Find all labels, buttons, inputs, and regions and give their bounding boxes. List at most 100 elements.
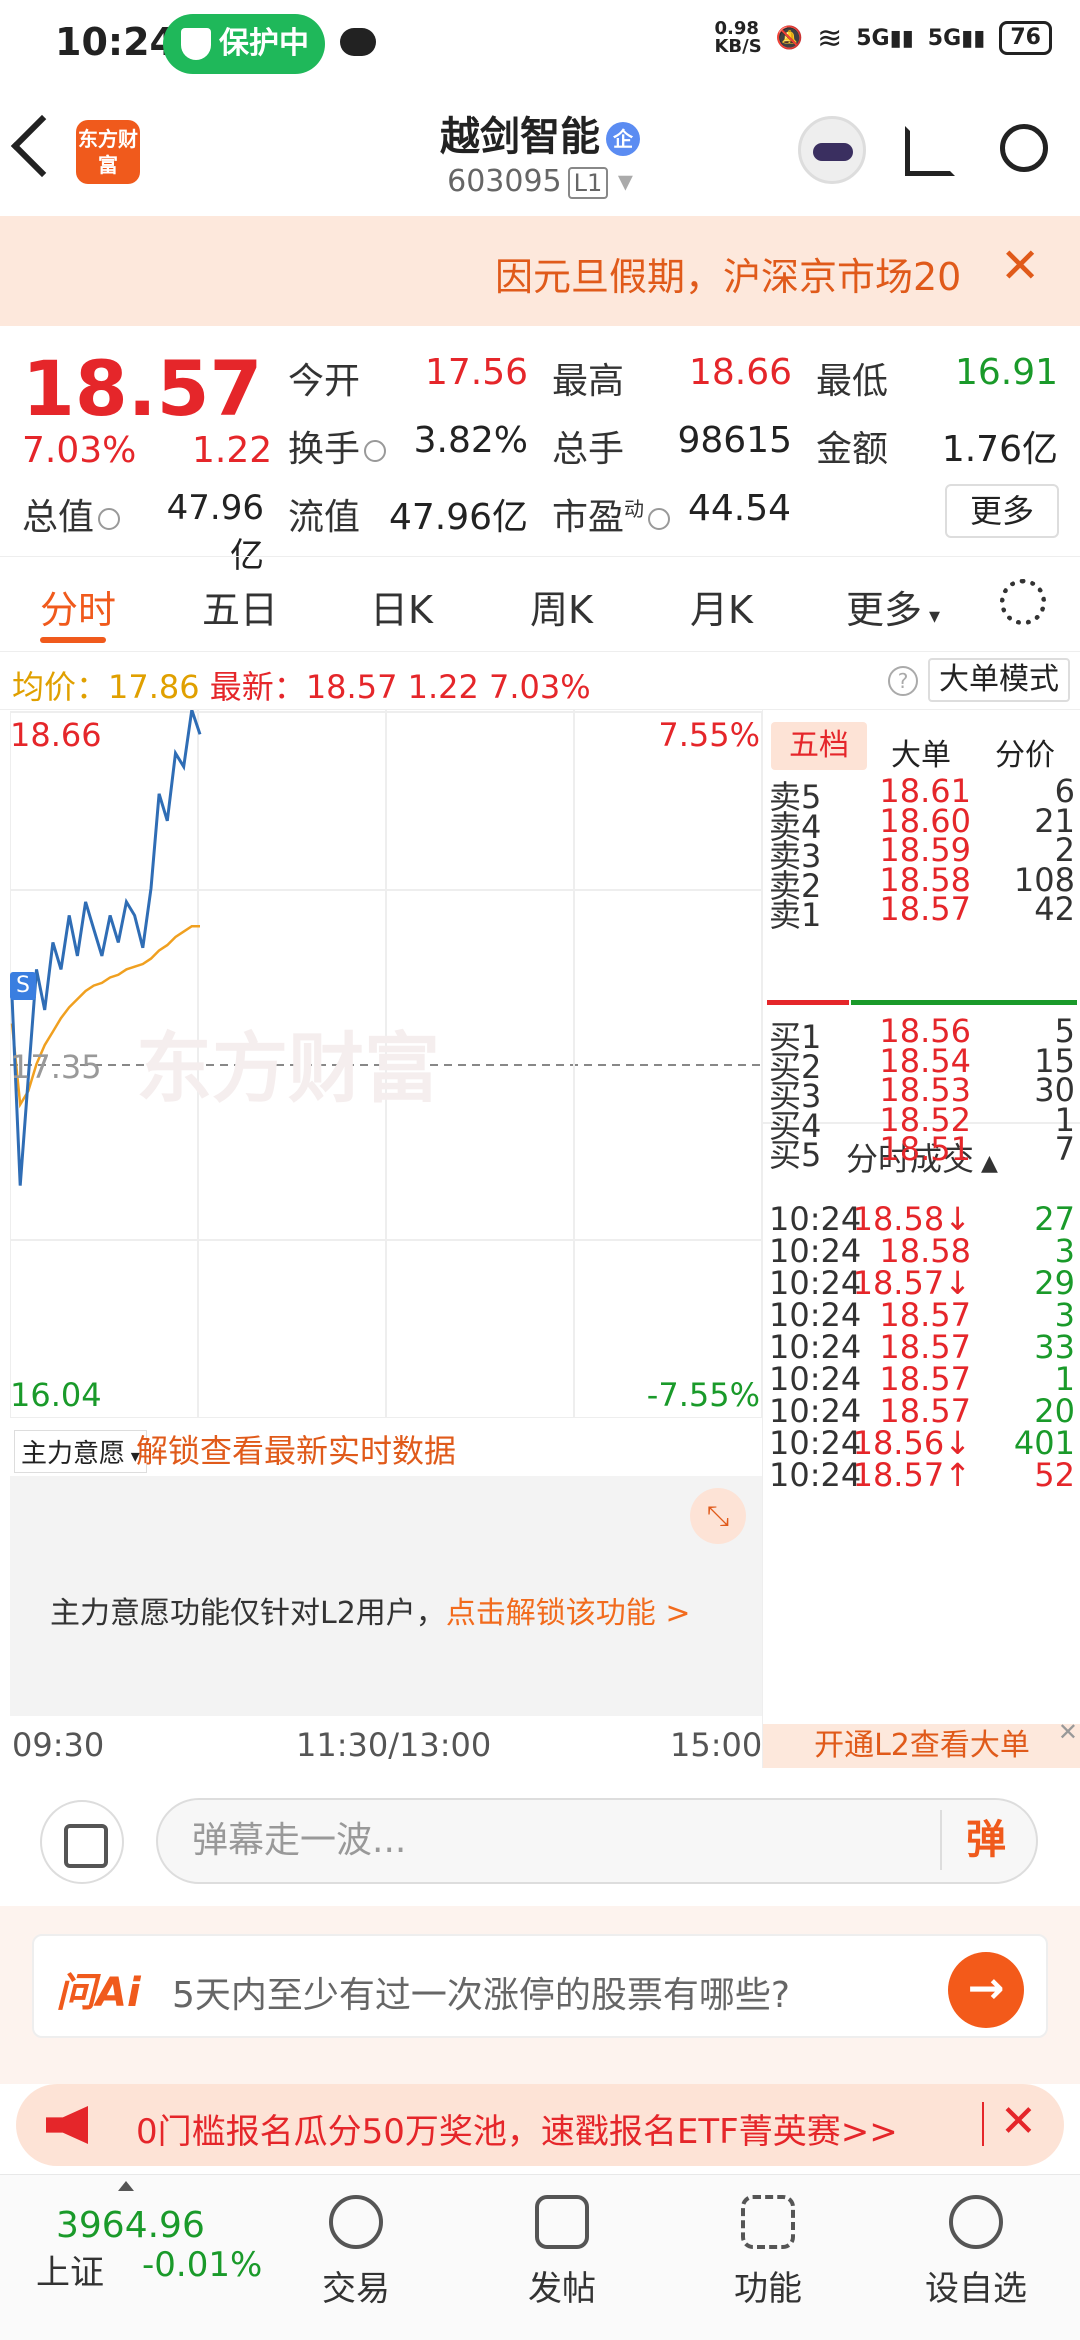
ai-section: 问Ai 5天内至少有过一次涨停的股票有哪些? →	[0, 1906, 1080, 2084]
index-value[interactable]: 3964.96	[56, 2205, 205, 2246]
close-icon[interactable]: ✕	[1000, 2096, 1037, 2147]
big-order-mode-button[interactable]: 大单模式	[928, 658, 1070, 702]
y-mid-price: 17.35	[10, 1048, 102, 1086]
tab-big-orders[interactable]: 大单	[891, 730, 951, 774]
yen-icon	[329, 2195, 383, 2249]
x-start: 09:30	[12, 1726, 105, 1764]
notice-text: 因元旦假期，沪深京市场20	[495, 255, 962, 299]
more-dots-icon	[949, 2195, 1003, 2249]
price-info-bar: 均价：17.86 最新：18.57 1.22 7.03% ? 大单模式	[0, 652, 1080, 710]
pe-label-text: 市盈	[552, 497, 625, 538]
volume-value: 98615	[677, 420, 792, 461]
order-book: 五档 大单 分价 分时成交 ▲ 开通L2查看大单 ✕ 卖5 18.61 6 卖4 18.…	[762, 710, 1080, 1768]
tab-five-day[interactable]: 五日	[202, 579, 278, 634]
ai-question-box[interactable]: 问Ai 5天内至少有过一次涨停的股票有哪些? →	[32, 1934, 1048, 2038]
unlock-link[interactable]: 解锁查看最新实时数据	[136, 1426, 456, 1472]
info-icon[interactable]	[364, 440, 387, 462]
share-icon[interactable]	[905, 126, 955, 176]
ai-robot-icon[interactable]	[798, 116, 866, 184]
bid-level-row: 买5 18.51 7	[763, 1130, 1080, 1174]
gear-icon[interactable]	[1000, 579, 1046, 625]
stock-header: 东方财富 越剑智能企 603095 L1 ▾	[0, 92, 1080, 216]
protect-label: 保护中	[219, 26, 309, 61]
unlock-feature-link[interactable]: 点击解锁该功能 >	[446, 1596, 691, 1631]
turnover-value: 3.82%	[413, 420, 528, 461]
status-bar: 10:24 保护中 0.98 KB/S 🔕 ≋ 5G▮▮ 5G▮▮ 76	[0, 0, 1080, 92]
sell-marker[interactable]: S	[10, 972, 36, 1000]
ask-level-row: 卖1 18.57 42	[763, 890, 1080, 934]
nav-post-label: 发帖	[528, 2269, 596, 2309]
amount-label: 金额	[816, 429, 889, 470]
megaphone-icon	[46, 2106, 88, 2144]
row-volume: 52	[1034, 1456, 1075, 1494]
caret-down-icon: ▾	[922, 604, 941, 629]
y-top-price: 18.66	[10, 716, 102, 754]
tab-daily-k[interactable]: 日K	[370, 579, 433, 634]
help-icon[interactable]: ?	[888, 666, 918, 696]
net-speed: 0.98 KB/S	[714, 18, 762, 57]
float-value: 47.96亿	[388, 497, 528, 538]
search-icon[interactable]	[1000, 124, 1048, 172]
volume-label: 总手	[552, 429, 625, 470]
danmu-bar: 弹幕走一波... 弹	[0, 1770, 1080, 1906]
stock-code-text: 603095	[447, 164, 562, 199]
index-name[interactable]: 上证	[36, 2245, 104, 2294]
low-value: 16.91	[954, 352, 1058, 393]
main-force-select[interactable]: 主力意愿 ▾	[14, 1430, 147, 1473]
row-label: 买5	[769, 1136, 822, 1174]
more-button[interactable]: 更多	[945, 484, 1059, 538]
mcap-label[interactable]: 总值	[22, 488, 121, 540]
mute-icon: 🔕	[775, 25, 804, 51]
ask-ratio-bar	[767, 1000, 849, 1005]
close-icon[interactable]: ✕	[1000, 238, 1040, 294]
bottom-nav: 3964.96 上证 -0.01% 交易 发帖 功能 设自选	[0, 2174, 1080, 2340]
protect-badge[interactable]: 保护中	[163, 14, 325, 74]
row-label: 10:24	[769, 1456, 862, 1494]
turnover-label[interactable]: 换手	[288, 420, 387, 472]
main-force-select-label: 主力意愿	[21, 1439, 126, 1469]
main-force-panel: 主力意愿 ▾ 解锁查看最新实时数据 ⤡ 主力意愿功能仅针对L2用户，点击解锁该功…	[10, 1418, 762, 1718]
nav-functions[interactable]: 功能	[708, 2195, 828, 2310]
high-label: 最高	[552, 361, 625, 402]
divider	[982, 2102, 984, 2146]
danmu-send-button[interactable]: 弹	[940, 1810, 1030, 1870]
l2-upgrade-bar[interactable]: 开通L2查看大单	[763, 1724, 1080, 1768]
arrow-right-icon[interactable]: →	[948, 1952, 1024, 2028]
change-percent: 7.03%	[22, 430, 137, 471]
y-top-pct: 7.55%	[658, 716, 760, 754]
info-icon[interactable]	[648, 508, 671, 530]
tab-price-dist[interactable]: 分价	[995, 730, 1055, 774]
close-icon[interactable]: ✕	[1058, 1718, 1078, 1746]
bid-ratio-bar	[851, 1000, 1077, 1005]
pe-label[interactable]: 市盈动	[552, 488, 671, 540]
intraday-chart[interactable]: 东方财富 18.66 7.55% 17.35 16.04 -7.55% S	[10, 710, 762, 1418]
index-change[interactable]: -0.01%	[142, 2245, 262, 2285]
danmu-input[interactable]: 弹幕走一波...	[156, 1798, 1038, 1884]
latest-value: 18.57	[305, 668, 398, 706]
tab-more[interactable]: 更多 ▾	[846, 579, 940, 634]
change-amount: 1.22	[192, 430, 273, 471]
nav-watchlist[interactable]: 设自选	[916, 2195, 1036, 2310]
promo-banner[interactable]: 0门槛报名瓜分50万奖池，速戳报名ETF菁英赛>> ✕	[16, 2084, 1064, 2166]
mcap-label-text: 总值	[22, 497, 95, 538]
row-price: 18.57↑	[852, 1456, 971, 1494]
market-notice[interactable]: 因元旦假期，沪深京市场20 ✕	[0, 216, 1080, 326]
chevron-down-icon: ▾	[608, 164, 633, 199]
row-volume: 42	[1034, 890, 1075, 928]
tab-monthly-k[interactable]: 月K	[690, 579, 753, 634]
tab-weekly-k[interactable]: 周K	[530, 579, 593, 634]
main-force-message: 主力意愿功能仅针对L2用户，点击解锁该功能 >	[50, 1588, 691, 1632]
tab-five-levels[interactable]: 五档	[771, 722, 867, 770]
latest-pct: 7.03%	[489, 668, 591, 706]
watermark: 东方财富	[136, 1027, 440, 1112]
nav-trade[interactable]: 交易	[296, 2195, 416, 2310]
info-icon[interactable]	[98, 508, 121, 530]
expand-icon[interactable]: ⤡	[690, 1488, 746, 1544]
danmu-settings-icon[interactable]	[40, 1800, 124, 1884]
amount-value: 1.76亿	[941, 429, 1058, 470]
nav-trade-label: 交易	[322, 2269, 390, 2309]
nav-post[interactable]: 发帖	[502, 2195, 622, 2310]
tab-intraday[interactable]: 分时	[40, 579, 116, 634]
status-time: 10:24	[55, 20, 176, 64]
signal-icon: 5G▮▮	[856, 25, 914, 51]
